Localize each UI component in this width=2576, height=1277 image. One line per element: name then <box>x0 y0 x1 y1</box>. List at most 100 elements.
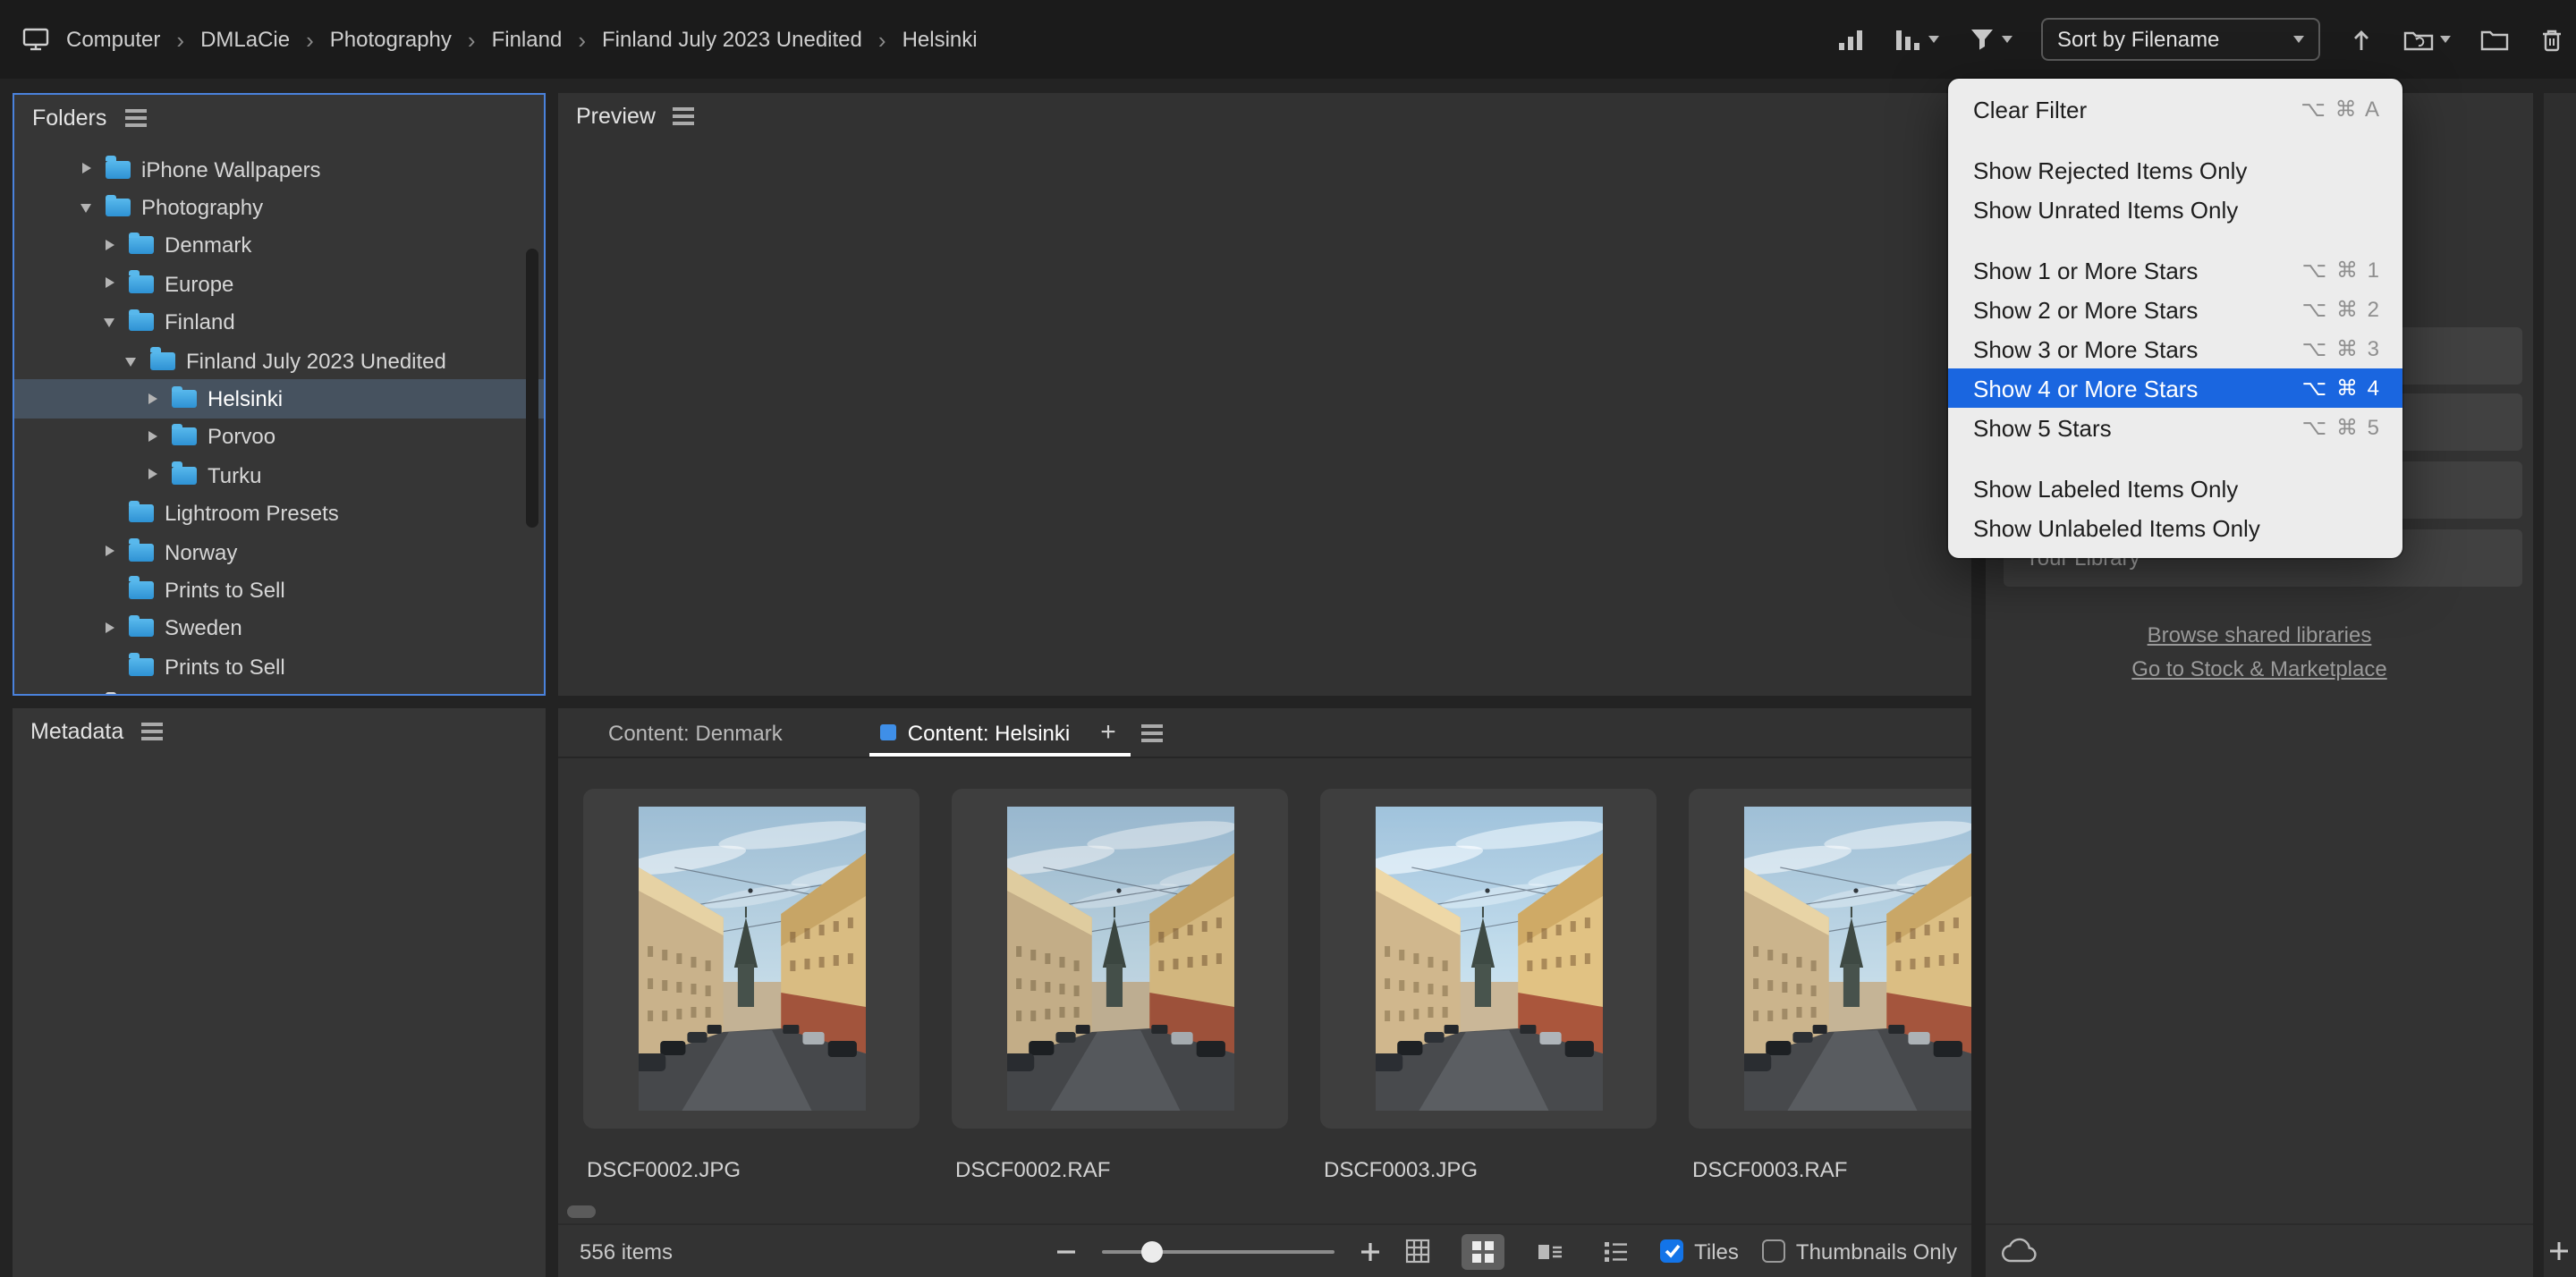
thumbnail-dscf0003-raf[interactable]: DSCF0003.RAF <box>1689 789 1971 1182</box>
thumbnails-only-checkbox[interactable]: Thumbnails Only <box>1762 1239 1957 1264</box>
slider-knob[interactable] <box>1141 1240 1163 1262</box>
folders-scrollbar[interactable] <box>526 249 538 528</box>
delete-button[interactable] <box>2538 26 2565 53</box>
list-view-button[interactable] <box>1594 1233 1637 1269</box>
new-folder-button[interactable] <box>2479 27 2510 52</box>
chevron-down-icon[interactable] <box>79 199 97 216</box>
thumbnail-dscf0002-raf[interactable]: DSCF0002.RAF <box>952 789 1288 1182</box>
sort-direction-button[interactable] <box>2349 26 2374 53</box>
breadcrumb-item-photography[interactable]: Photography <box>330 27 452 52</box>
thumbnail-tile[interactable] <box>952 789 1288 1129</box>
item-count: 556 items <box>580 1239 673 1264</box>
folder-item-finland-july-2023[interactable]: Finland July 2023 Unedited <box>14 342 544 380</box>
panel-menu-icon[interactable] <box>124 116 146 120</box>
sort-by-dropdown[interactable]: Sort by Filename <box>2041 18 2320 61</box>
grid-lock-button[interactable] <box>1395 1233 1438 1269</box>
panel-menu-icon[interactable] <box>674 114 695 118</box>
content-horizontal-scrollbar[interactable] <box>567 1205 596 1218</box>
thumbnail-zoom-control <box>1055 1225 1381 1277</box>
menu-item-show-unlabeled[interactable]: Show Unlabeled Items Only <box>1948 508 2402 547</box>
menu-item-show-4-or-more-stars[interactable]: Show 4 or More Stars⌥ ⌘ 4 <box>1948 368 2402 408</box>
menu-item-show-3-or-more-stars[interactable]: Show 3 or More Stars⌥ ⌘ 3 <box>1948 329 2402 368</box>
filter-menu: Clear Filter⌥ ⌘ A Show Rejected Items On… <box>1948 79 2402 558</box>
filename-label: DSCF0003.RAF <box>1689 1157 1971 1182</box>
menu-item-show-1-or-more-stars[interactable]: Show 1 or More Stars⌥ ⌘ 1 <box>1948 250 2402 290</box>
shortcut-label: ⌥ ⌘ 4 <box>2302 376 2381 401</box>
add-panel-button[interactable] <box>2547 1239 2571 1263</box>
folder-item-photography[interactable]: Photography <box>14 189 544 227</box>
folder-item-finland[interactable]: Finland <box>14 303 544 342</box>
import-photos-button[interactable] <box>2402 27 2451 52</box>
browse-shared-libraries-link[interactable]: Browse shared libraries <box>1986 622 2533 647</box>
chevron-right-icon[interactable] <box>102 543 120 561</box>
folder-icon <box>172 390 197 408</box>
folder-label: iPhone Wallpapers <box>141 156 321 182</box>
chevron-down-icon <box>2293 36 2304 43</box>
folder-item-porvoo[interactable]: Porvoo <box>14 418 544 456</box>
folder-item-lightroom-presets[interactable]: Lightroom Presets <box>14 495 544 533</box>
folder-item-turku[interactable]: Turku <box>14 456 544 495</box>
folder-item-denmark[interactable]: Denmark <box>14 227 544 266</box>
thumbnail-tile[interactable] <box>1689 789 1971 1129</box>
thumbnail-view-button[interactable] <box>1462 1233 1504 1269</box>
thumbnail-dscf0003-jpg[interactable]: DSCF0003.JPG <box>1320 789 1657 1182</box>
chevron-right-icon[interactable] <box>79 160 97 178</box>
chevron-right-icon[interactable] <box>145 428 163 446</box>
menu-item-show-2-or-more-stars[interactable]: Show 2 or More Stars⌥ ⌘ 2 <box>1948 290 2402 329</box>
computer-icon <box>21 27 50 52</box>
breadcrumb-item-finland[interactable]: Finland <box>492 27 563 52</box>
active-tab-underline <box>869 753 1131 757</box>
folder-item-prints-to-sell-2[interactable]: Prints to Sell <box>14 647 544 686</box>
folder-item-prints-to-sell[interactable]: Prints to Sell <box>14 571 544 610</box>
rating-filter-icon[interactable] <box>1837 27 1866 52</box>
thumbnail-dscf0002-jpg[interactable]: DSCF0002.JPG <box>583 789 919 1182</box>
menu-item-show-5-stars[interactable]: Show 5 Stars⌥ ⌘ 5 <box>1948 408 2402 447</box>
chevron-down-icon[interactable] <box>102 314 120 332</box>
menu-item-show-rejected[interactable]: Show Rejected Items Only <box>1948 150 2402 190</box>
checkbox-checked-icon[interactable] <box>1660 1239 1683 1263</box>
folder-item-norway[interactable]: Norway <box>14 533 544 571</box>
thumbnail-size-slider[interactable] <box>1102 1240 1335 1262</box>
sort-order-icon[interactable] <box>1894 27 1939 52</box>
breadcrumb-item-computer[interactable]: Computer <box>66 27 160 52</box>
breadcrumb-item-helsinki[interactable]: Helsinki <box>902 27 978 52</box>
menu-item-show-labeled[interactable]: Show Labeled Items Only <box>1948 469 2402 508</box>
chevron-right-icon[interactable] <box>145 467 163 485</box>
details-view-button[interactable] <box>1528 1233 1571 1269</box>
chevron-down-icon[interactable] <box>123 351 141 369</box>
panel-menu-icon[interactable] <box>1141 731 1163 734</box>
thumbnail-tile[interactable] <box>583 789 919 1129</box>
menu-item-clear-filter[interactable]: Clear Filter⌥ ⌘ A <box>1948 89 2402 129</box>
chevron-right-icon[interactable] <box>102 237 120 255</box>
collapsed-panel-strip <box>2544 93 2576 1277</box>
folder-item-macintosh-hd[interactable]: Macintosh HD <box>14 686 544 694</box>
folder-item-europe[interactable]: Europe <box>14 265 544 303</box>
folder-item-sweden[interactable]: Sweden <box>14 609 544 647</box>
zoom-out-button[interactable] <box>1055 1240 1077 1262</box>
folder-icon <box>106 199 131 216</box>
tab-content-denmark[interactable]: Content: Denmark <box>608 720 783 745</box>
tiles-label: Tiles <box>1694 1239 1739 1264</box>
folder-icon <box>150 351 175 369</box>
zoom-in-button[interactable] <box>1360 1240 1381 1262</box>
folder-item-helsinki[interactable]: Helsinki <box>14 380 544 419</box>
chevron-right-icon[interactable] <box>102 620 120 638</box>
tiles-checkbox[interactable]: Tiles <box>1660 1239 1739 1264</box>
filter-menu-button[interactable] <box>1968 27 2012 52</box>
filename-label: DSCF0002.RAF <box>952 1157 1288 1182</box>
tab-content-helsinki[interactable]: Content: Helsinki <box>881 720 1070 745</box>
checkbox-empty-icon[interactable] <box>1762 1239 1785 1263</box>
menu-item-show-unrated[interactable]: Show Unrated Items Only <box>1948 190 2402 229</box>
thumbnail-tile[interactable] <box>1320 789 1657 1129</box>
chevron-right-icon[interactable] <box>102 275 120 293</box>
panel-menu-icon[interactable] <box>141 730 163 733</box>
breadcrumb-item-dmlacie[interactable]: DMLaCie <box>200 27 290 52</box>
folder-icon <box>106 160 131 178</box>
cloud-sync-icon[interactable] <box>2000 1238 2039 1264</box>
chevron-right-icon[interactable] <box>145 390 163 408</box>
metadata-panel: Metadata <box>13 708 546 1277</box>
go-to-stock-marketplace-link[interactable]: Go to Stock & Marketplace <box>1986 656 2533 681</box>
new-tab-button[interactable]: + <box>1100 719 1116 746</box>
folder-item-iphone-wallpapers[interactable]: iPhone Wallpapers <box>14 150 544 189</box>
breadcrumb-item-finland-july[interactable]: Finland July 2023 Unedited <box>602 27 862 52</box>
